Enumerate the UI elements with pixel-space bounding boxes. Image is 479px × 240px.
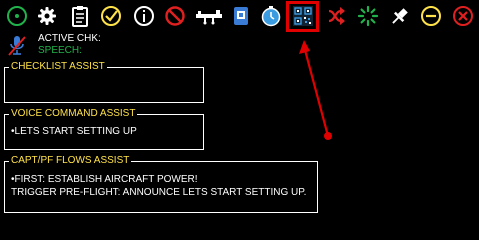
document-button[interactable] <box>228 3 254 29</box>
shuffle-icon <box>328 7 345 25</box>
settings-button[interactable] <box>34 3 60 29</box>
prohibited-icon <box>165 6 185 26</box>
checklist-assist-title: CHECKLIST ASSIST <box>9 61 107 73</box>
status-area: ACTIVE CHK: SPEECH: <box>0 32 200 60</box>
pin-icon <box>392 8 408 24</box>
highlight-annotation-box <box>286 1 319 32</box>
document-badge-icon <box>234 7 248 25</box>
microphone-muted-icon[interactable] <box>6 34 28 58</box>
gear-icon <box>38 7 56 25</box>
power-icon <box>7 6 27 26</box>
close-icon <box>453 6 473 26</box>
info-icon <box>134 6 154 26</box>
clipboard-icon <box>72 6 88 27</box>
info-button[interactable] <box>131 3 157 29</box>
checklist-assist-panel: CHECKLIST ASSIST <box>4 61 204 103</box>
capt-pf-flows-assist-title: CAPT/PF FLOWS ASSIST <box>9 155 132 167</box>
active-checklist-label: ACTIVE CHK: <box>38 33 101 44</box>
capt-pf-flows-assist-panel: CAPT/PF FLOWS ASSIST •FIRST: ESTABLISH A… <box>4 155 318 213</box>
power-button[interactable] <box>4 3 30 29</box>
speech-label: SPEECH: <box>38 45 82 56</box>
close-button[interactable] <box>450 3 476 29</box>
prohibited-button[interactable] <box>162 3 188 29</box>
voice-command-line: •LETS START SETTING UP <box>11 126 137 137</box>
minimize-button[interactable] <box>418 3 444 29</box>
loading-spinner-icon <box>357 5 379 27</box>
check-button[interactable] <box>98 3 124 29</box>
clock-icon <box>261 6 281 27</box>
toolbar <box>0 0 479 32</box>
clipboard-button[interactable] <box>67 3 93 29</box>
aircraft-button[interactable] <box>193 3 225 29</box>
aircraft-icon <box>196 10 222 25</box>
clock-button[interactable] <box>258 3 284 29</box>
voice-command-assist-title: VOICE COMMAND ASSIST <box>9 108 138 120</box>
flows-line-2: TRIGGER PRE-FLIGHT: ANNOUNCE LETS START … <box>11 187 307 198</box>
shuffle-button[interactable] <box>324 3 350 29</box>
pin-button[interactable] <box>387 3 413 29</box>
checkmark-circle-icon <box>101 6 121 26</box>
voice-command-assist-panel: VOICE COMMAND ASSIST •LETS START SETTING… <box>4 108 204 150</box>
minimize-icon <box>421 6 441 26</box>
spinner-button[interactable] <box>355 3 381 29</box>
flows-line-1: •FIRST: ESTABLISH AIRCRAFT POWER! <box>11 174 198 185</box>
